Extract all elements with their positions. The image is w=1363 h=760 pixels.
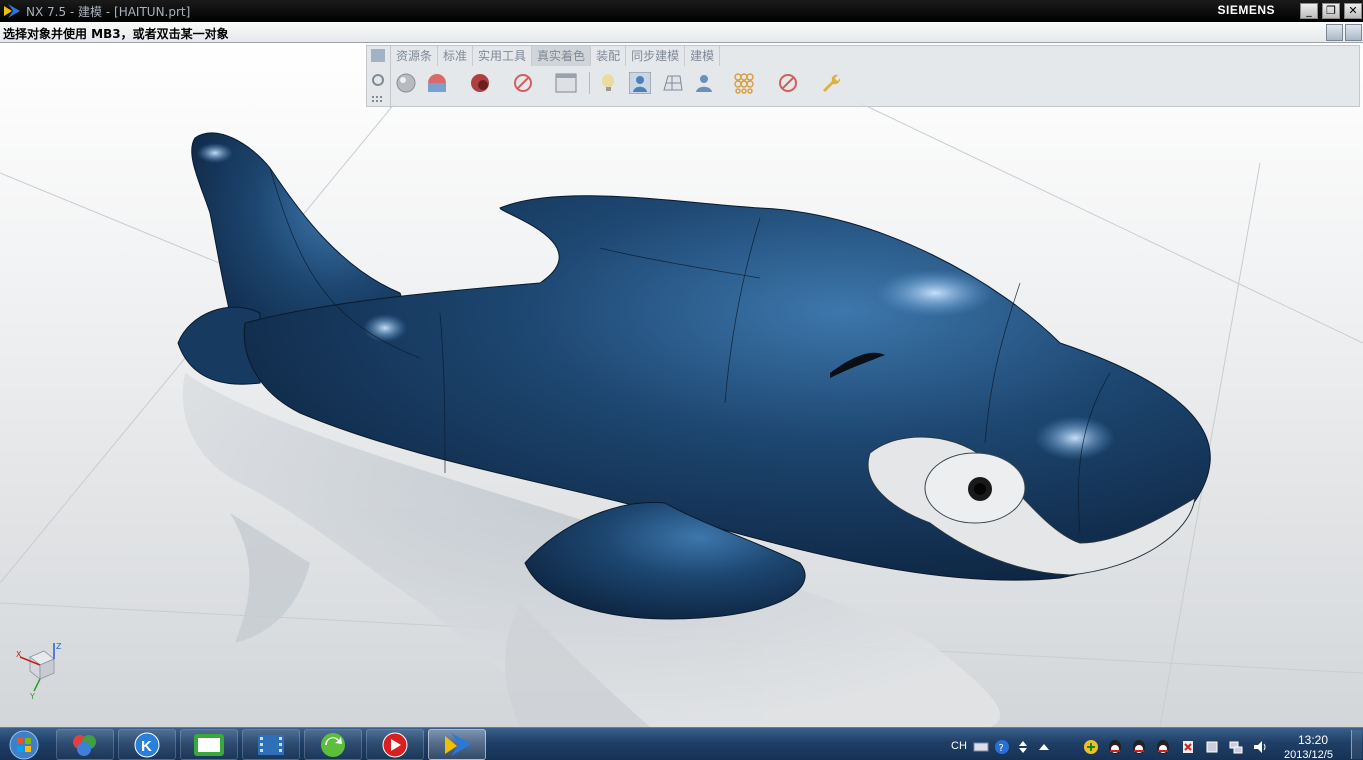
minimize-button[interactable]: _ bbox=[1300, 3, 1318, 19]
nx-icon bbox=[445, 733, 471, 756]
refresh-icon bbox=[321, 733, 345, 757]
body-highlight bbox=[875, 269, 995, 317]
floor-grid-icon[interactable] bbox=[661, 72, 683, 94]
filmstrip-icon bbox=[258, 735, 284, 755]
material-sphere-icon[interactable] bbox=[426, 72, 448, 94]
triad-z-label: Z bbox=[56, 642, 62, 651]
close-button[interactable]: ✕ bbox=[1344, 3, 1362, 19]
lights-grid-icon[interactable] bbox=[733, 72, 755, 94]
graphics-viewport[interactable]: Z X Y bbox=[0, 43, 1363, 727]
orb-icon bbox=[73, 735, 96, 756]
wcs-triad: Z X Y bbox=[16, 642, 62, 701]
help-icon[interactable]: ? bbox=[994, 739, 1010, 755]
tail-highlight bbox=[363, 314, 407, 342]
tab-resource-bar[interactable]: 资源条 bbox=[391, 46, 439, 66]
network-icon[interactable] bbox=[1228, 739, 1244, 755]
window-title: NX 7.5 - 建模 - [HAITUN.prt] bbox=[26, 4, 191, 19]
dolphin-model[interactable] bbox=[177, 132, 1211, 620]
start-orb-icon[interactable] bbox=[4, 728, 44, 760]
cue-line: 选择对象并使用 MB3，或者双击某一对象 bbox=[0, 22, 1363, 43]
qq-penguin-icon[interactable] bbox=[1107, 739, 1123, 755]
model-scene: Z X Y bbox=[0, 102, 1363, 727]
user-icon[interactable] bbox=[693, 72, 715, 94]
language-indicator[interactable]: CH bbox=[951, 740, 967, 752]
svg-text:K: K bbox=[141, 738, 152, 755]
brand-label: SIEMENS bbox=[1217, 3, 1275, 17]
windows-taskbar: K CH ? 13:20 2013/12/5 bbox=[0, 727, 1363, 760]
ribbon-toolbar: 资源条 标准 实用工具 真实着色 装配 同步建模 建模 bbox=[366, 45, 1360, 108]
no-entry-icon[interactable] bbox=[777, 72, 799, 94]
clock-date[interactable]: 2013/12/5 bbox=[1284, 749, 1333, 760]
gear-icon bbox=[372, 74, 384, 86]
fullscreen-icon[interactable] bbox=[1326, 24, 1343, 41]
show-hidden-icon[interactable] bbox=[1036, 739, 1052, 755]
taskbar-app-refresh[interactable] bbox=[304, 729, 362, 760]
k-player-icon: K bbox=[134, 732, 160, 758]
taskbar-app-player[interactable] bbox=[366, 729, 424, 760]
show-desktop-button[interactable] bbox=[1351, 730, 1362, 759]
tray-plus-icon[interactable] bbox=[1083, 739, 1099, 755]
taskbar-app-film[interactable] bbox=[242, 729, 300, 760]
clock-time[interactable]: 13:20 bbox=[1298, 733, 1328, 747]
tab-utilities[interactable]: 实用工具 bbox=[473, 46, 533, 66]
window-title-bar: NX 7.5 - 建模 - [HAITUN.prt] SIEMENS _ ❐ ✕ bbox=[0, 0, 1363, 22]
tab-sync-modeling[interactable]: 同步建模 bbox=[626, 46, 686, 66]
nx-logo-icon bbox=[4, 4, 20, 18]
device-icon[interactable] bbox=[1204, 739, 1220, 755]
tab-assembly[interactable]: 装配 bbox=[591, 46, 627, 66]
triad-x-label: X bbox=[16, 650, 22, 659]
no-entry-icon[interactable] bbox=[512, 72, 534, 94]
svg-text:?: ? bbox=[999, 743, 1004, 754]
taskbar-app-orb[interactable] bbox=[56, 729, 114, 760]
red-sphere-icon[interactable] bbox=[469, 72, 491, 94]
taskbar-app-iqiyi[interactable] bbox=[180, 729, 238, 760]
tab-modeling[interactable]: 建模 bbox=[685, 46, 721, 66]
restore-button[interactable]: ❐ bbox=[1322, 3, 1340, 19]
head-highlight bbox=[1035, 416, 1115, 460]
background-icon[interactable] bbox=[555, 72, 577, 94]
cue-text: 选择对象并使用 MB3，或者双击某一对象 bbox=[3, 27, 229, 41]
wrench-icon[interactable] bbox=[819, 72, 841, 94]
qq-penguin-icon[interactable] bbox=[1155, 739, 1171, 755]
flag-error-icon[interactable] bbox=[1180, 739, 1196, 755]
taskbar-app-kplayer[interactable]: K bbox=[118, 729, 176, 760]
taskbar-app-nx[interactable] bbox=[428, 729, 486, 760]
user-view-icon[interactable] bbox=[629, 72, 651, 94]
keyboard-icon[interactable] bbox=[973, 739, 989, 755]
fin-tip-highlight bbox=[197, 143, 233, 163]
light-bulb-icon[interactable] bbox=[598, 72, 620, 94]
ribbon-handle[interactable] bbox=[367, 46, 391, 108]
tray-options-icon[interactable] bbox=[1015, 739, 1031, 755]
tab-true-shading[interactable]: 真实着色 bbox=[532, 46, 592, 66]
media-play-icon bbox=[382, 732, 408, 758]
volume-icon[interactable] bbox=[1252, 739, 1268, 755]
ribbon-menu-icon bbox=[371, 49, 385, 62]
ribbon-tabs: 资源条 标准 实用工具 真实着色 装配 同步建模 建模 bbox=[391, 46, 721, 66]
triad-y-label: Y bbox=[29, 692, 35, 701]
iqiyi-icon bbox=[194, 734, 224, 756]
window-mode-icon[interactable] bbox=[1345, 24, 1362, 41]
shaded-sphere-icon[interactable] bbox=[395, 72, 417, 94]
qq-penguin-icon[interactable] bbox=[1131, 739, 1147, 755]
tab-standard[interactable]: 标准 bbox=[438, 46, 474, 66]
